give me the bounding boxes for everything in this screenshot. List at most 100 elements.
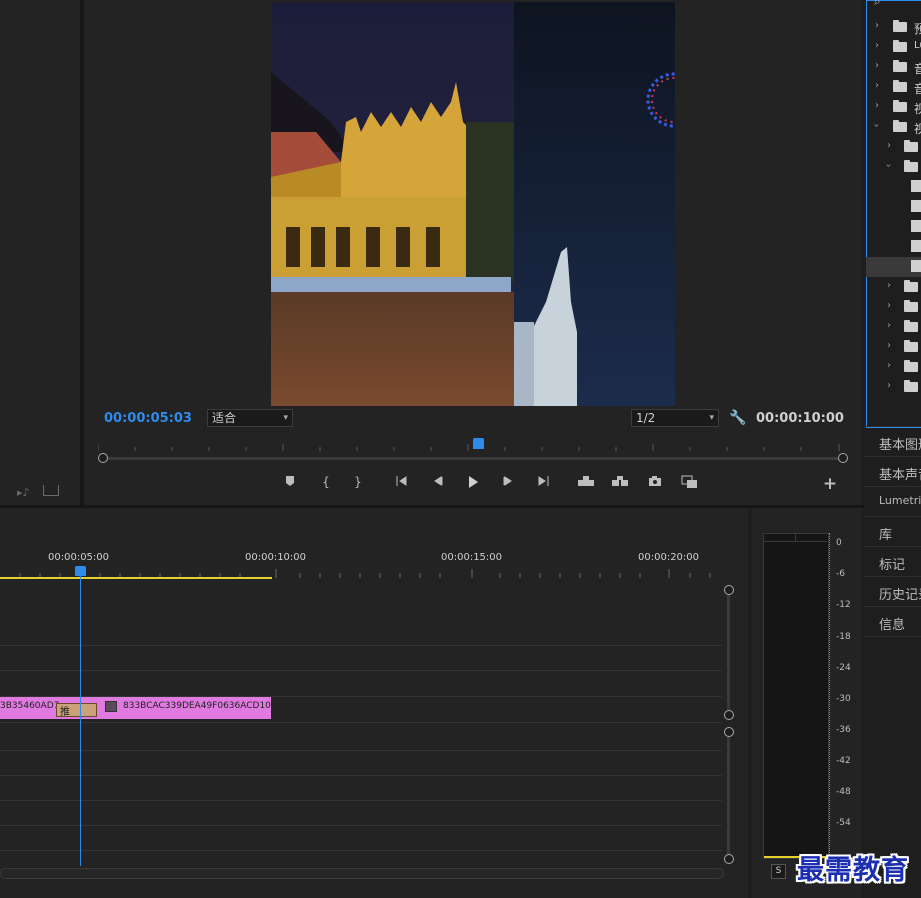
track-divider xyxy=(0,775,722,776)
tree-item-folder[interactable]: › 音 xyxy=(866,77,921,97)
tree-subitem-folder[interactable]: › xyxy=(866,277,921,297)
meter-tick: 0 xyxy=(836,538,842,548)
track-divider xyxy=(0,722,722,723)
tab-history[interactable]: 历史记录 xyxy=(864,576,921,606)
tree-item-label: Lu xyxy=(914,40,921,51)
solo-button[interactable]: S xyxy=(771,864,786,879)
tree-subitem-folder[interactable]: › xyxy=(866,357,921,377)
lift-icon[interactable] xyxy=(577,473,595,491)
program-video-frame xyxy=(271,2,675,406)
tab-markers[interactable]: 标记 xyxy=(864,546,921,576)
marker-icon[interactable] xyxy=(281,473,299,491)
tab-essential-sound[interactable]: 基本声音 xyxy=(864,456,921,486)
monitor-playhead[interactable] xyxy=(473,438,484,449)
export-icon[interactable] xyxy=(43,485,59,496)
tab-lumetri[interactable]: Lumetri xyxy=(864,486,921,516)
tree-item-folder-expanded[interactable]: › 视 xyxy=(866,117,921,137)
folder-icon xyxy=(904,300,918,312)
zoom-bar-right-handle[interactable] xyxy=(838,453,848,463)
insert-icon[interactable]: ▸♪ xyxy=(17,486,30,499)
folder-icon xyxy=(893,40,907,52)
file-icon xyxy=(911,220,921,232)
tree-item-folder[interactable]: › Lu xyxy=(866,37,921,57)
tree-file[interactable] xyxy=(866,197,921,217)
step-forward-icon[interactable] xyxy=(499,473,517,491)
meter-peak-divider xyxy=(795,533,796,541)
monitor-zoom-bar[interactable] xyxy=(103,457,843,460)
tree-subitem-folder[interactable]: › xyxy=(866,337,921,357)
chevron-right-icon: › xyxy=(887,360,891,371)
tree-file[interactable] xyxy=(866,217,921,237)
track-divider xyxy=(0,850,722,851)
chevron-right-icon: › xyxy=(875,80,879,91)
scroll-handle-top[interactable] xyxy=(724,585,734,595)
meter-tick: -12 xyxy=(836,600,851,610)
timeline-horizontal-scrollbar[interactable] xyxy=(0,868,724,879)
tree-subitem-folder[interactable]: › xyxy=(866,377,921,397)
mark-out-icon[interactable]: } xyxy=(349,473,367,491)
current-timecode[interactable]: 00:00:05:03 xyxy=(104,411,192,426)
resolution-select[interactable]: 1/2 ▾ xyxy=(631,409,719,427)
chevron-down-icon: ▾ xyxy=(283,413,288,423)
transition-label: 推 xyxy=(60,707,70,718)
folder-icon xyxy=(893,80,907,92)
tree-subitem-folder[interactable]: › xyxy=(866,317,921,337)
zoom-bar-left-handle[interactable] xyxy=(98,453,108,463)
folder-icon xyxy=(893,120,907,132)
resolution-select-value: 1/2 xyxy=(636,411,656,425)
timeline-ruler[interactable] xyxy=(0,568,722,578)
monitor-time-ruler[interactable] xyxy=(97,441,840,451)
tab-label: 历史记录 xyxy=(879,588,921,603)
search-icon[interactable]: ⌕ xyxy=(874,0,881,9)
tree-item-label: 音 xyxy=(914,82,921,96)
audio-track-scrollbar[interactable] xyxy=(727,732,730,857)
camera-icon[interactable] xyxy=(646,473,664,491)
wrench-icon[interactable]: 🔧 xyxy=(729,410,746,426)
tree-item-folder[interactable]: › 预 xyxy=(866,17,921,37)
tree-subitem-folder[interactable]: › xyxy=(866,297,921,317)
timeline-playhead-handle[interactable] xyxy=(75,566,86,576)
chevron-right-icon: › xyxy=(875,20,879,31)
scroll-handle-bottom[interactable] xyxy=(724,854,734,864)
tree-subitem-folder-expanded[interactable]: › xyxy=(866,157,921,177)
tab-label: 基本声音 xyxy=(879,468,921,483)
transition-block[interactable]: 推 xyxy=(56,703,97,718)
extract-icon[interactable] xyxy=(611,473,629,491)
track-divider xyxy=(0,645,722,646)
tree-file[interactable] xyxy=(866,237,921,257)
folder-icon xyxy=(904,320,918,332)
mark-in-icon[interactable]: { xyxy=(317,473,335,491)
clip-left-name: 3B35460AD7 xyxy=(0,701,60,711)
tree-item-folder[interactable]: › 音 xyxy=(866,57,921,77)
ruler-label: 00:00:05:00 xyxy=(48,552,110,563)
step-back-icon[interactable] xyxy=(429,473,447,491)
fx-icon xyxy=(105,701,117,712)
tree-file[interactable] xyxy=(866,177,921,197)
play-icon[interactable] xyxy=(464,473,482,491)
work-area-bar[interactable] xyxy=(0,577,272,579)
add-button-icon[interactable]: + xyxy=(821,475,839,493)
tree-item-label: 视 xyxy=(914,122,921,136)
tab-label: 基本图形 xyxy=(879,438,921,453)
chevron-right-icon: › xyxy=(875,100,879,111)
go-to-in-icon[interactable] xyxy=(394,473,412,491)
go-to-out-icon[interactable] xyxy=(533,473,551,491)
tree-subitem-folder[interactable]: › xyxy=(866,137,921,157)
video-track-scrollbar[interactable] xyxy=(727,590,730,715)
chevron-down-icon: › xyxy=(870,123,882,128)
tab-libraries[interactable]: 库 xyxy=(864,516,921,546)
track-divider xyxy=(0,825,722,826)
tab-info[interactable]: 信息 xyxy=(864,606,921,637)
tree-file-selected[interactable] xyxy=(866,257,921,277)
zoom-select[interactable]: 适合 ▾ xyxy=(207,409,293,427)
tab-essential-graphics[interactable]: 基本图形 xyxy=(864,426,921,456)
scroll-handle-bottom[interactable] xyxy=(724,710,734,720)
comparison-view-icon[interactable] xyxy=(681,473,699,491)
tab-label: 库 xyxy=(879,528,893,543)
scroll-handle-top[interactable] xyxy=(724,727,734,737)
tree-item-folder[interactable]: › 视 xyxy=(866,97,921,117)
track-divider xyxy=(0,670,722,671)
tab-label: Lumetri xyxy=(879,494,921,507)
folder-icon xyxy=(893,60,907,72)
ruler-label: 00:00:20:00 xyxy=(638,552,700,563)
